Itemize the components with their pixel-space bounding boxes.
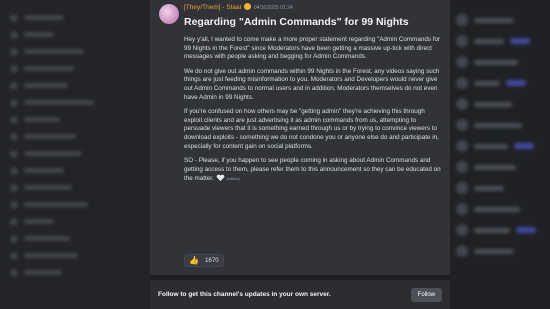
member-list xyxy=(450,0,550,309)
follow-channel-bar: Follow to get this channel's updates in … xyxy=(150,280,450,309)
author-pronouns[interactable]: [They/Them] xyxy=(184,4,220,11)
heart-hands-emoji xyxy=(216,174,224,182)
message-body: Hey y'all, I wanted to come make a more … xyxy=(184,36,442,190)
thumbs-up-emoji: 👍 xyxy=(189,255,199,265)
reaction-count: 1670 xyxy=(204,257,219,264)
message-timestamp: 04/10/2025 01:24 xyxy=(253,5,293,11)
avatar[interactable] xyxy=(158,3,180,25)
paragraph-last: SO - Please, if you happen to see people… xyxy=(184,157,442,184)
message-header: [They/Them] - Staar 04/10/2025 01:24 xyxy=(184,3,293,11)
crown-badge-icon xyxy=(243,3,251,10)
edited-label: (edited) xyxy=(226,176,240,182)
paragraph: If you're confused on how others may be … xyxy=(184,108,439,150)
channel-sidebar xyxy=(0,0,150,309)
paragraph: Hey y'all, I wanted to come make a more … xyxy=(184,36,441,61)
follow-prompt: Follow to get this channel's updates in … xyxy=(158,291,331,298)
message-title: Regarding "Admin Commands" for 99 Nights xyxy=(184,16,409,28)
follow-button[interactable]: Follow xyxy=(410,287,442,302)
author-name[interactable]: Staar xyxy=(226,4,242,11)
announcement-message: [They/Them] - Staar 04/10/2025 01:24 Rega… xyxy=(150,0,450,275)
paragraph: We do not give out admin commands within… xyxy=(184,67,440,101)
reaction-thumbs-up[interactable]: 👍 1670 xyxy=(184,254,224,267)
